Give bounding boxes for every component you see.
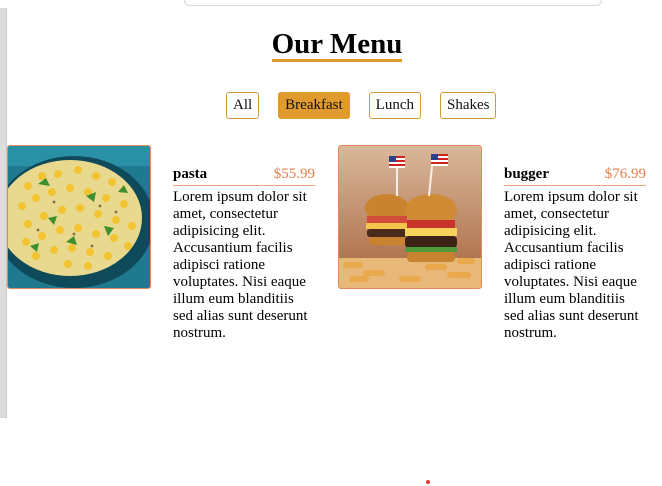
top-bar [0,0,662,8]
filter-shakes-button[interactable]: Shakes [439,92,497,119]
page-title: Our Menu [271,28,403,62]
cursor-dot [426,480,430,484]
item-description: Lorem ipsum dolor sit amet, consectetur … [504,189,639,341]
filter-all-button[interactable]: All [226,92,260,119]
item-header: pasta $55.99 [173,166,315,186]
menu-item-pasta: pasta $55.99 Lorem ipsum dolor sit amet,… [173,166,315,342]
window-edge [0,0,7,418]
address-bar-edge [184,0,602,6]
filter-lunch-button[interactable]: Lunch [368,92,421,119]
item-price: $76.99 [604,166,646,182]
burger-image [338,145,482,289]
filter-breakfast-button[interactable]: Breakfast [278,92,350,119]
item-header: bugger $76.99 [504,166,646,186]
item-price: $55.99 [273,166,315,182]
item-name: bugger [504,166,549,182]
menu-item-bugger: bugger $76.99 Lorem ipsum dolor sit amet… [504,166,646,342]
item-name: pasta [173,166,208,182]
corn-dish-image [7,145,151,289]
item-description: Lorem ipsum dolor sit amet, consectetur … [173,189,308,341]
filter-bar: All Breakfast Lunch Shakes [226,92,515,119]
